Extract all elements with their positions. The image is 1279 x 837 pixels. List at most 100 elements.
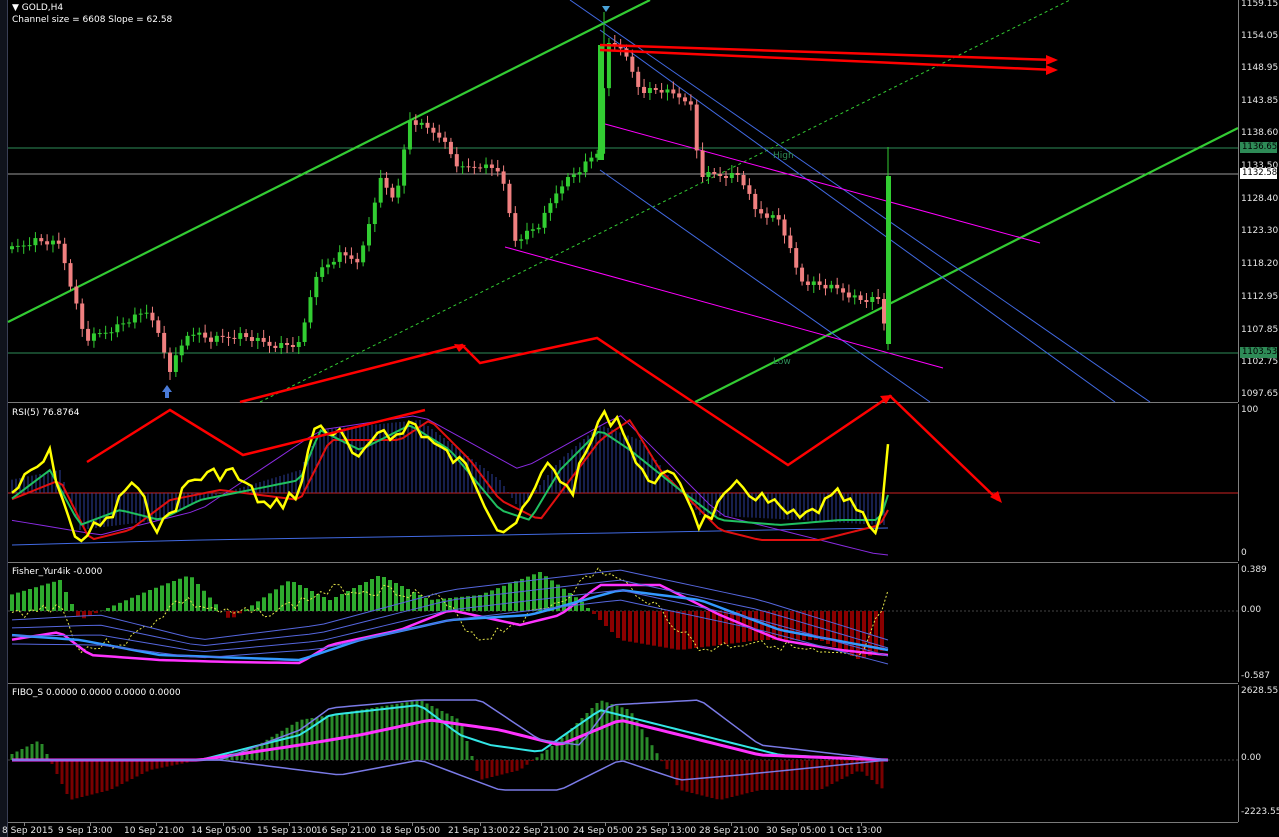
fibo-title: FIBO_S 0.0000 0.0000 0.0000 0.0000 [12,688,181,698]
candle-body [876,297,881,299]
candle-body [238,333,243,339]
candle-body [39,238,44,242]
price-label: 1148.95 [1241,63,1279,73]
candle-body [565,177,570,187]
price-label: 1102.75 [1241,357,1279,367]
candle-body [466,166,471,168]
candle-body [249,337,254,341]
price-label: 1159.15 [1241,0,1279,9]
down-arrow-marker-icon [602,6,610,12]
candle-body [267,341,272,346]
price-label: 1118.20 [1241,259,1279,269]
candle-body [735,173,740,175]
price-label: 1128.40 [1241,194,1279,204]
candle-body [226,336,231,338]
price-label: 1107.85 [1241,325,1279,335]
time-label: 1 Oct 13:00 [829,826,882,836]
candle-body [103,332,108,334]
candle-body [723,176,728,178]
candle-body [255,337,260,341]
candle-body [326,264,331,268]
candle-body [349,255,354,259]
candle-body [290,345,295,347]
candle-body [378,177,383,203]
candle-body [495,167,500,172]
candle-body [173,355,178,372]
candle-body [419,122,424,125]
candle-body [296,342,301,347]
rsi-axis[interactable] [1238,404,1279,561]
fisher-axis[interactable] [1238,564,1279,682]
candle-body [97,333,102,335]
rsi-signal-red [11,418,889,541]
candle-body [823,284,828,289]
support-line [504,246,944,369]
candle-body [829,284,834,289]
candle-body [694,104,699,151]
candle-body [583,161,588,173]
candle-body [390,187,395,198]
candle-body [472,166,477,168]
chart-window[interactable]: High Low 1159.15 1154.05 1148.95 1143.85 … [0,0,1279,837]
candle-body [10,246,14,250]
candle-body [50,240,55,245]
candle-body [91,333,96,341]
candle-body [308,297,313,323]
candle-body [413,120,418,125]
candle-body [484,164,489,169]
candle-body [764,213,769,218]
time-tick [605,822,606,826]
candle-body [665,89,670,93]
time-tick [24,822,25,826]
down-channel-line [599,29,1116,403]
time-tick [412,822,413,826]
candle-body [507,183,512,214]
candle-body [407,120,412,150]
candle-body [882,299,886,324]
wave-arrow-line [239,336,694,404]
rsi-main-line [11,408,890,543]
time-label: 18 Sep 05:00 [380,826,441,836]
time-label: 16 Sep 21:00 [316,826,377,836]
symbol-title[interactable]: ▼ GOLD,H4 [12,3,63,13]
time-label: 14 Sep 05:00 [191,826,252,836]
candle-body [121,323,126,325]
up-arrow-marker-icon [162,385,172,398]
candle-body [214,335,219,342]
price-label: 1097.65 [1241,389,1279,399]
spike-candle-body [598,45,604,160]
candle-body [577,172,582,175]
channel-info: Channel size = 6608 Slope = 62.58 [12,15,173,25]
time-label: 24 Sep 05:00 [573,826,634,836]
high-annotation: High [773,151,794,161]
candle-body [162,332,167,353]
time-label: 28 Sep 21:00 [699,826,760,836]
candle-body [747,185,752,194]
time-tick [541,822,542,826]
candle-body [396,185,401,198]
candle-body [33,238,38,246]
fibo-axis-label: 2628.55 [1241,686,1279,696]
candle-body [208,337,213,342]
fisher-axis-label: 0.00 [1241,605,1262,615]
high-price-badge: 1136.65 [1240,142,1278,153]
candle-body [630,56,635,72]
candle-body [402,149,407,186]
candle-body [27,245,32,247]
candle-body [384,177,389,188]
chart-drawing[interactable]: High Low [0,0,1279,837]
time-tick [731,822,732,826]
candle-body [56,240,61,244]
candle-body [688,101,693,105]
time-label: 22 Sep 21:00 [509,826,570,836]
candle-body [127,322,132,324]
candle-body [788,235,793,249]
candle-body [185,335,190,346]
collapse-triangle-icon[interactable]: ▼ [12,3,19,13]
time-tick [668,822,669,826]
candle-body [729,173,734,178]
candle-body [443,137,448,142]
candle-body [197,332,202,335]
resistance-line [604,123,1041,244]
candle-body [355,258,360,263]
